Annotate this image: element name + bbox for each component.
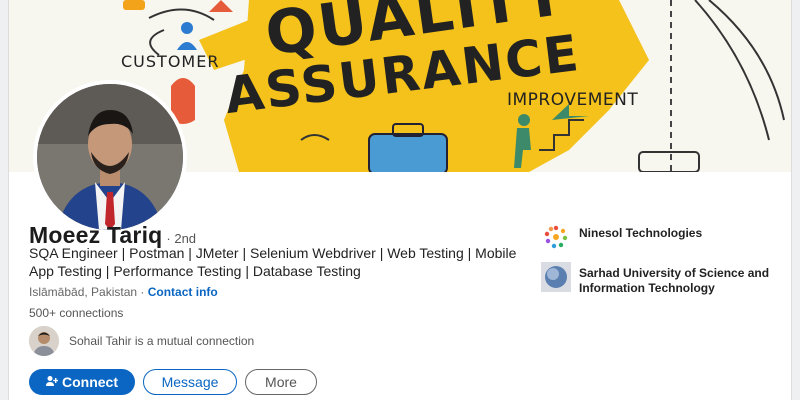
university-name: Sarhad University of Science and Informa… — [579, 266, 770, 295]
side-item-company[interactable]: Ninesol Technologies — [541, 222, 781, 252]
profile-card: CUSTOMER QUALITY ASSURANCE IMPROVEMENT M… — [8, 0, 792, 400]
profile-avatar[interactable] — [33, 80, 187, 234]
contact-info-link[interactable]: Contact info — [148, 285, 218, 299]
side-item-education[interactable]: Sarhad University of Science and Informa… — [541, 262, 781, 296]
ninesol-logo-icon — [541, 222, 571, 252]
cover-customer-text: CUSTOMER — [121, 52, 220, 71]
connections-count[interactable]: 500+ connections — [29, 306, 123, 320]
connect-button-label: Connect — [62, 374, 118, 390]
profile-photo — [37, 84, 183, 230]
profile-headline: SQA Engineer | Postman | JMeter | Seleni… — [29, 245, 517, 279]
action-buttons: Connect Message More — [29, 369, 325, 395]
mutual-connection-text: Sohail Tahir is a mutual connection — [69, 334, 255, 348]
more-button[interactable]: More — [245, 369, 317, 395]
connect-button[interactable]: Connect — [29, 369, 135, 395]
experience-education-panel: Ninesol Technologies Sarhad University o… — [541, 222, 781, 306]
mutual-connection[interactable]: Sohail Tahir is a mutual connection — [29, 326, 254, 356]
location-row: Islāmābād, Pakistan · Contact info — [29, 285, 218, 299]
add-person-icon — [46, 375, 59, 390]
profile-location: Islāmābād, Pakistan · — [29, 285, 145, 299]
cover-improvement-text: IMPROVEMENT — [507, 90, 639, 110]
company-name: Ninesol Technologies — [579, 226, 703, 240]
mutual-avatar — [29, 326, 59, 356]
message-button[interactable]: Message — [143, 369, 237, 395]
university-logo-icon — [541, 262, 571, 292]
